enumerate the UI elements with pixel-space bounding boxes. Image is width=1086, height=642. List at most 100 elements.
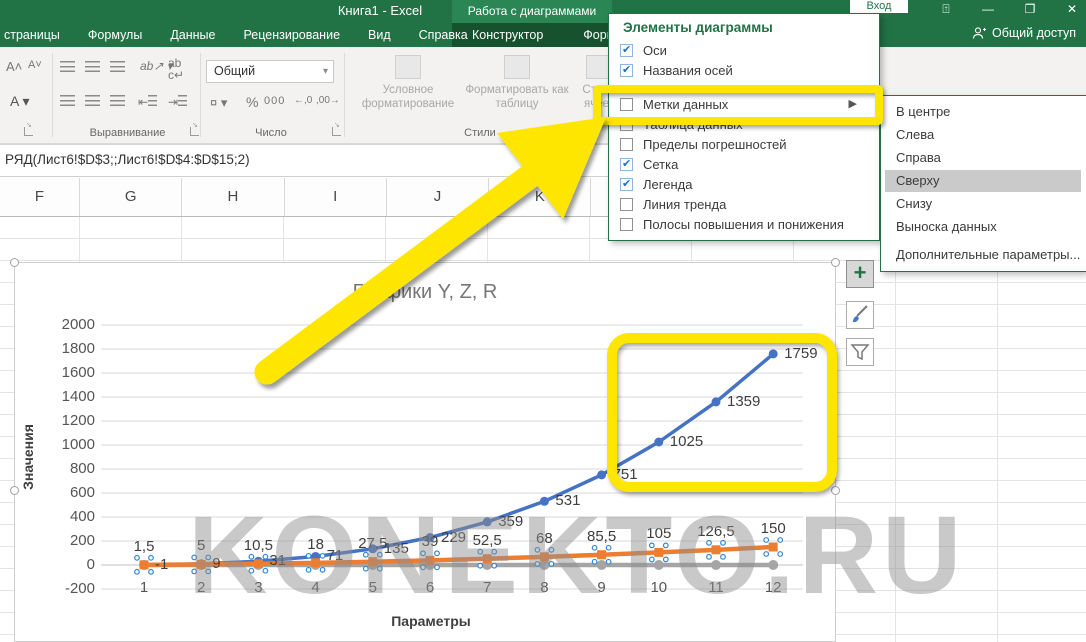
ribbon-display-options-icon[interactable]: ⍐ bbox=[938, 2, 954, 17]
y-axis-tick-label: 1800 bbox=[33, 340, 95, 357]
decrease-indent-icon[interactable]: ⇤ bbox=[138, 95, 157, 109]
ribbon-tab-Формулы[interactable]: Формулы bbox=[74, 28, 156, 42]
align-center-icon[interactable] bbox=[85, 95, 100, 109]
submenu-item[interactable]: Снизу bbox=[885, 193, 1081, 215]
font-group-dialog-launcher[interactable] bbox=[24, 127, 33, 136]
chart-filters-button[interactable] bbox=[846, 338, 874, 366]
column-header-I[interactable]: I bbox=[285, 178, 387, 216]
menu-item-label: Оси bbox=[643, 43, 667, 58]
number-dialog-launcher[interactable] bbox=[332, 127, 341, 136]
menu-item-label: Линия тренда bbox=[643, 197, 726, 212]
chart-elements-item[interactable]: Названия осей bbox=[609, 60, 879, 80]
ribbon-tab-row: страницыФормулыДанныеРецензированиеВидСп… bbox=[0, 23, 1086, 47]
percent-style-icon[interactable]: % bbox=[246, 94, 258, 110]
checkbox-unchecked-icon[interactable] bbox=[620, 218, 633, 231]
brush-icon bbox=[847, 302, 873, 328]
align-left-icon[interactable] bbox=[60, 95, 75, 109]
chart-resize-handle[interactable] bbox=[421, 258, 430, 267]
font-color-icon[interactable]: A ▾ bbox=[10, 93, 29, 110]
align-right-icon[interactable] bbox=[110, 95, 125, 109]
y-axis-tick-label: 200 bbox=[33, 532, 95, 549]
y-axis-tick-label: 1200 bbox=[33, 412, 95, 429]
y-axis-tick-label: 1000 bbox=[33, 436, 95, 453]
submenu-item[interactable]: В центре bbox=[885, 101, 1081, 123]
number-format-dropdown[interactable]: Общий bbox=[206, 60, 334, 83]
checkbox-unchecked-icon[interactable] bbox=[620, 138, 633, 151]
close-icon[interactable]: ✕ bbox=[1064, 2, 1080, 17]
menu-item-label: Полосы повышения и понижения bbox=[643, 217, 844, 232]
menu-item-label: Названия осей bbox=[643, 63, 733, 78]
chart-elements-item[interactable]: Линия тренда bbox=[609, 194, 879, 214]
sign-in-button[interactable]: Вход bbox=[850, 0, 908, 13]
ribbon-tab-Конструктор[interactable]: Конструктор bbox=[452, 28, 563, 42]
y-axis-tick-label: 800 bbox=[33, 460, 95, 477]
menu-item-label: Сетка bbox=[643, 157, 678, 172]
person-plus-icon bbox=[972, 26, 986, 40]
y-axis-tick-label: -200 bbox=[33, 580, 95, 597]
ribbon-tab-Рецензирование[interactable]: Рецензирование bbox=[230, 28, 355, 42]
restore-icon[interactable]: ❐ bbox=[1022, 2, 1038, 17]
chart-elements-item[interactable]: Сетка bbox=[609, 154, 879, 174]
submenu-item[interactable]: Сверху bbox=[885, 170, 1081, 192]
chart-resize-handle[interactable] bbox=[10, 486, 19, 495]
checkbox-checked-icon[interactable] bbox=[620, 158, 633, 171]
chart-elements-item[interactable]: Легенда bbox=[609, 174, 879, 194]
column-header-K[interactable]: K bbox=[489, 178, 591, 216]
conditional-formatting-icon bbox=[395, 55, 421, 79]
align-bottom-icon[interactable] bbox=[110, 61, 125, 75]
conditional-formatting-button[interactable]: Условное форматирование bbox=[352, 55, 464, 112]
chart-elements-item[interactable]: Оси bbox=[609, 40, 879, 60]
share-button[interactable]: Общий доступ bbox=[972, 26, 1076, 40]
format-as-table-button[interactable]: Форматировать как таблицу bbox=[462, 55, 572, 112]
chart-styles-button[interactable] bbox=[846, 301, 874, 329]
checkbox-checked-icon[interactable] bbox=[620, 44, 633, 57]
ribbon-tab-Данные[interactable]: Данные bbox=[156, 28, 229, 42]
align-top-icon[interactable] bbox=[60, 61, 75, 75]
chart-resize-handle[interactable] bbox=[10, 258, 19, 267]
y-axis-tick-label: 2000 bbox=[33, 316, 95, 333]
chart-elements-button[interactable]: + bbox=[846, 260, 874, 288]
data-label[interactable]: -1 bbox=[155, 556, 168, 573]
wrap-text-icon[interactable]: abc↵ bbox=[168, 57, 184, 81]
shrink-font-icon[interactable]: A˅ bbox=[28, 59, 42, 71]
column-header-G[interactable]: G bbox=[80, 178, 182, 216]
y-axis-tick-label: 1400 bbox=[33, 388, 95, 405]
comma-style-icon[interactable]: 000 bbox=[264, 95, 285, 107]
checkbox-checked-icon[interactable] bbox=[620, 178, 633, 191]
menu-item-label: Легенда bbox=[643, 177, 692, 192]
submenu-item[interactable]: Слева bbox=[885, 124, 1081, 146]
alignment-dialog-launcher[interactable] bbox=[190, 127, 199, 136]
increase-decimal-icon[interactable]: ←,0 bbox=[294, 95, 312, 106]
data-label[interactable]: 1,5 bbox=[114, 538, 174, 555]
minimize-icon[interactable]: — bbox=[980, 2, 996, 17]
submenu-item[interactable]: Выноска данных bbox=[885, 216, 1081, 238]
chart-elements-menu: Элементы диаграммы ОсиНазвания осейМетки… bbox=[608, 13, 880, 241]
column-header-H[interactable]: H bbox=[182, 178, 284, 216]
submenu-item[interactable]: Справа bbox=[885, 147, 1081, 169]
column-header-J[interactable]: J bbox=[387, 178, 489, 216]
ribbon-tab-Вид[interactable]: Вид bbox=[354, 28, 405, 42]
funnel-icon bbox=[847, 339, 873, 365]
chart-elements-item[interactable]: Пределы погрешностей bbox=[609, 134, 879, 154]
ribbon-tab-страницы[interactable]: страницы bbox=[0, 28, 74, 42]
y-axis-tick-label: 600 bbox=[33, 484, 95, 501]
chart-resize-handle[interactable] bbox=[831, 258, 840, 267]
format-as-table-icon bbox=[504, 55, 530, 79]
y-axis-tick-label: 1600 bbox=[33, 364, 95, 381]
y-axis-tick-label: 400 bbox=[33, 508, 95, 525]
watermark: KONEKTO.RU bbox=[188, 492, 965, 619]
y-axis-tick-label: 0 bbox=[33, 556, 95, 573]
document-title: Книга1 - Excel bbox=[280, 3, 480, 18]
submenu-item[interactable]: Дополнительные параметры... bbox=[885, 244, 1081, 266]
column-header-F[interactable]: F bbox=[0, 178, 80, 216]
checkbox-checked-icon[interactable] bbox=[620, 64, 633, 77]
checkbox-unchecked-icon[interactable] bbox=[620, 198, 633, 211]
grow-font-icon[interactable]: A˄ bbox=[6, 59, 22, 74]
chart-elements-item[interactable]: Полосы повышения и понижения bbox=[609, 214, 879, 234]
chart-elements-menu-title: Элементы диаграммы bbox=[623, 20, 773, 35]
align-middle-icon[interactable] bbox=[85, 61, 100, 75]
decrease-decimal-icon[interactable]: ,00→ bbox=[316, 95, 340, 106]
increase-indent-icon[interactable]: ⇥ bbox=[168, 95, 187, 109]
formula-text: РЯД(Лист6!$D$3;;Лист6!$D$4:$D$15;2) bbox=[5, 152, 250, 167]
accounting-format-icon[interactable]: ¤ ▾ bbox=[210, 95, 227, 111]
